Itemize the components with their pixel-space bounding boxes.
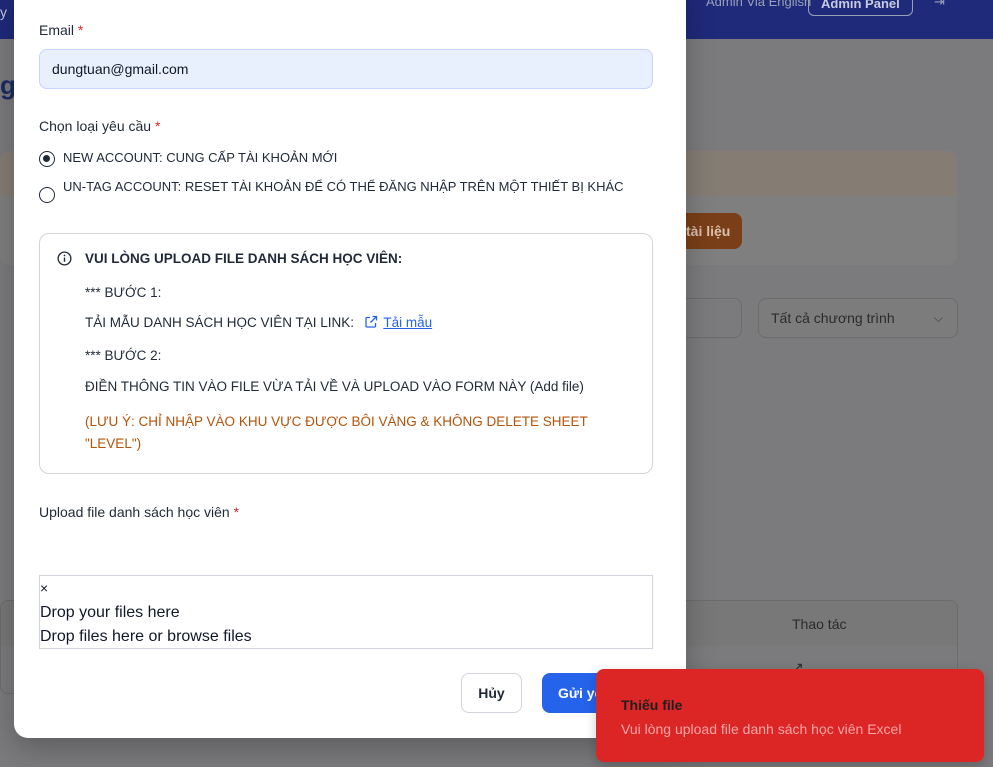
radio-button-checked[interactable] [39, 151, 55, 167]
upload-instructions: VUI LÒNG UPLOAD FILE DANH SÁCH HỌC VIÊN:… [39, 233, 653, 474]
email-label: Email * [39, 22, 84, 38]
dropzone-title: Drop your files here [40, 604, 180, 621]
cancel-button[interactable]: Hủy [461, 673, 522, 713]
request-modal: Email * Chọn loại yêu cầu * NEW ACCOUNT:… [14, 0, 686, 738]
upload-label: Upload file danh sách học viên * [39, 504, 240, 520]
radio-label: UN-TAG ACCOUNT: RESET TÀI KHOẢN ĐỂ CÓ TH… [63, 179, 624, 194]
info-icon [57, 251, 72, 266]
radio-new-account[interactable]: NEW ACCOUNT: CUNG CẤP TÀI KHOẢN MỚI [39, 150, 633, 167]
external-link-icon[interactable] [364, 315, 378, 329]
chevron-down-icon: ⌵ [933, 311, 943, 325]
program-filter-select[interactable]: Tất cả chương trình ⌵ [758, 298, 958, 338]
topbar-left-text: y [0, 4, 7, 20]
step1-text: TẢI MẪU DANH SÁCH HỌC VIÊN TẠI LINK: [85, 315, 355, 330]
step2-text: ĐIỀN THÔNG TIN VÀO FILE VỪA TẢI VỀ VÀ UP… [85, 379, 584, 394]
close-icon[interactable]: × [40, 580, 48, 596]
instructions-note: (LƯU Ý: CHỈ NHẬP VÀO KHU VỰC ĐƯỢC BÔI VÀ… [85, 414, 588, 451]
radio-untag-account[interactable]: UN-TAG ACCOUNT: RESET TÀI KHOẢN ĐỂ CÓ TH… [39, 179, 633, 203]
download-template-link[interactable]: Tải mẫu [383, 315, 432, 330]
step1-text-row: TẢI MẪU DANH SÁCH HỌC VIÊN TẠI LINK: Tải… [85, 315, 432, 330]
email-field[interactable] [39, 49, 653, 89]
step2-heading: *** BƯỚC 2: [85, 348, 162, 363]
radio-label: NEW ACCOUNT: CUNG CẤP TÀI KHOẢN MỚI [63, 150, 338, 165]
user-name: Admin Via English [706, 0, 812, 9]
logout-icon[interactable]: ⇥ [934, 0, 945, 10]
instructions-title: VUI LÒNG UPLOAD FILE DANH SÁCH HỌC VIÊN: [85, 251, 403, 266]
error-toast[interactable]: Thiếu file Vui lòng upload file danh sác… [596, 669, 984, 762]
radio-button[interactable] [39, 187, 55, 203]
file-dropzone[interactable]: × Drop your files here Drop files here o… [39, 575, 653, 649]
admin-panel-button[interactable]: Admin Panel [808, 0, 913, 16]
step1-heading: *** BƯỚC 1: [85, 285, 162, 300]
program-filter-value: Tất cả chương trình [771, 310, 895, 326]
dropzone-hint[interactable]: Drop files here or browse files [40, 628, 252, 646]
toast-message: Vui lòng upload file danh sách học viên … [621, 721, 902, 737]
request-type-label: Chọn loại yêu cầu * [39, 118, 161, 134]
toast-title: Thiếu file [621, 697, 683, 713]
actions-column-header: Thao tác [792, 616, 847, 632]
